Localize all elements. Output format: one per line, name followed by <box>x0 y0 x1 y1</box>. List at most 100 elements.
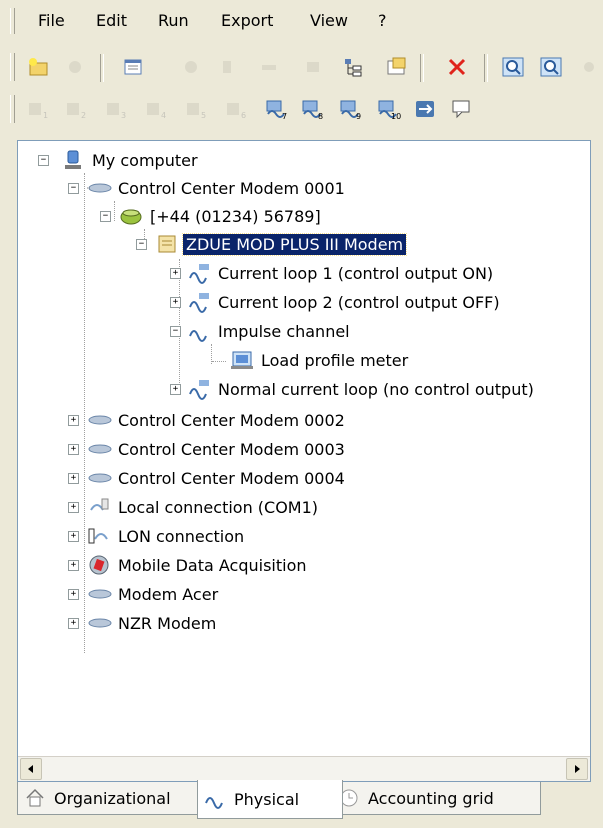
tab-physical[interactable]: Physical <box>197 780 343 819</box>
svg-text:6: 6 <box>241 111 246 120</box>
house-icon <box>24 787 46 809</box>
expand-toggle[interactable]: + <box>68 472 79 484</box>
zoom-out-button[interactable] <box>538 54 564 80</box>
open-button[interactable] <box>62 54 88 80</box>
new-item-button[interactable] <box>120 54 146 80</box>
expand-toggle[interactable]: + <box>68 501 79 513</box>
modem-icon <box>87 612 112 634</box>
tree-node-label: Control Center Modem 0001 <box>118 178 345 198</box>
tree-node-modem-acer[interactable]: + Modem Acer <box>68 581 221 607</box>
scroll-left-button[interactable] <box>20 758 42 780</box>
disabled-button-2[interactable] <box>214 54 240 80</box>
collapse-toggle[interactable]: − <box>68 182 79 194</box>
svg-text:8: 8 <box>318 112 323 120</box>
arrow-right-icon <box>575 765 580 773</box>
tree-node-modem-0001[interactable]: − Control Center Modem 0001 <box>68 175 348 201</box>
tree-add-button[interactable] <box>340 54 366 80</box>
menu-help[interactable]: ? <box>378 11 387 30</box>
collapse-toggle[interactable]: − <box>38 154 49 166</box>
disabled-button-5[interactable] <box>578 54 603 80</box>
star-icon <box>69 61 81 73</box>
disabled-button-4[interactable] <box>300 54 326 80</box>
menu-file[interactable]: File <box>38 11 65 30</box>
expand-toggle[interactable]: + <box>170 296 181 308</box>
channel-1-button[interactable]: 1 <box>26 96 52 122</box>
current-loop-icon <box>187 291 211 313</box>
expand-toggle[interactable]: + <box>68 588 79 600</box>
window-list-icon <box>124 59 142 75</box>
properties-icon <box>387 57 406 75</box>
channel-4-button[interactable]: 4 <box>144 96 170 122</box>
magnifier-icon <box>540 57 562 77</box>
modem-icon <box>87 583 112 605</box>
channel-7-button[interactable]: 7 <box>264 96 290 122</box>
delete-button[interactable] <box>444 54 470 80</box>
expand-toggle[interactable]: + <box>68 559 79 571</box>
collapse-toggle[interactable]: − <box>136 238 147 250</box>
telephone-icon <box>119 205 143 227</box>
tree-node-modem-0003[interactable]: + Control Center Modem 0003 <box>68 436 348 462</box>
tree-node-current-loop-2[interactable]: + Current loop 2 (control output OFF) <box>170 289 503 315</box>
device-icon <box>155 233 179 255</box>
tree-node-lon-connection[interactable]: + LON connection <box>68 523 247 549</box>
channel-10-button[interactable]: 10 <box>376 96 402 122</box>
expand-toggle[interactable]: + <box>68 443 79 455</box>
tree-node-current-loop-1[interactable]: + Current loop 1 (control output ON) <box>170 260 496 286</box>
tree-node-local-connection[interactable]: + Local connection (COM1) <box>68 494 321 520</box>
channel-5-button[interactable]: 5 <box>184 96 210 122</box>
channel-icon: 1 <box>29 103 48 120</box>
expand-toggle[interactable]: + <box>68 530 79 542</box>
tree-node-phone[interactable]: − [+44 (01234) 56789] <box>100 203 324 229</box>
current-loop-icon <box>204 788 226 810</box>
tree-node-load-profile-meter[interactable]: Load profile meter <box>230 347 411 373</box>
menu-edit[interactable]: Edit <box>96 11 127 30</box>
tree-node-label: Current loop 2 (control output OFF) <box>218 292 500 312</box>
svg-text:2: 2 <box>81 111 86 120</box>
tab-accounting-grid[interactable]: Accounting grid <box>331 782 541 815</box>
meter-icon <box>230 349 254 371</box>
expand-toggle[interactable]: + <box>170 383 181 395</box>
expand-toggle[interactable]: + <box>170 267 181 279</box>
menu-grip[interactable] <box>10 8 15 34</box>
properties-button[interactable] <box>384 54 410 80</box>
comment-button[interactable] <box>448 96 474 122</box>
channel-9-button[interactable]: 9 <box>338 96 364 122</box>
speech-bubble-icon <box>452 100 470 119</box>
tree-node-modem-0004[interactable]: + Control Center Modem 0004 <box>68 465 348 491</box>
toolbar-grip[interactable] <box>10 95 15 123</box>
tree-node-root[interactable]: − My computer <box>38 147 201 173</box>
toolbar-grip[interactable] <box>10 53 15 81</box>
tree-node-mobile-data-acquisition[interactable]: + Mobile Data Acquisition <box>68 552 310 578</box>
tree-node-normal-current-loop[interactable]: + Normal current loop (no control output… <box>170 376 537 402</box>
disabled-button-1[interactable] <box>178 54 204 80</box>
channel-8-button[interactable]: 8 <box>300 96 326 122</box>
channel-2-button[interactable]: 2 <box>64 96 90 122</box>
tree-node-label: Impulse channel <box>218 321 350 341</box>
tree-node-nzr-modem[interactable]: + NZR Modem <box>68 610 219 636</box>
arrow-left-icon <box>28 765 33 773</box>
expand-toggle[interactable]: + <box>68 414 79 426</box>
disabled-button-3[interactable] <box>256 54 282 80</box>
collapse-toggle[interactable]: − <box>100 210 111 222</box>
horizontal-scrollbar[interactable] <box>18 756 590 781</box>
tree-node-zdue-modem[interactable]: − ZDUE MOD PLUS III Modem <box>136 231 408 257</box>
scroll-right-button[interactable] <box>566 758 588 780</box>
tab-organizational[interactable]: Organizational <box>17 782 209 815</box>
tree-node-impulse-channel[interactable]: − Impulse channel <box>170 318 353 344</box>
menu-view[interactable]: View <box>310 11 348 30</box>
menu-export[interactable]: Export <box>221 11 273 30</box>
tree-node-modem-0002[interactable]: + Control Center Modem 0002 <box>68 407 348 433</box>
view-tabs: Organizational Physical Accounting grid <box>17 780 589 828</box>
channel-6-button[interactable]: 6 <box>224 96 250 122</box>
zoom-in-button[interactable] <box>500 54 526 80</box>
computer-icon <box>61 149 85 171</box>
menu-run[interactable]: Run <box>158 11 189 30</box>
transfer-button[interactable] <box>412 96 438 122</box>
tab-label: Accounting grid <box>368 788 494 808</box>
separator <box>100 54 104 82</box>
channel-3-button[interactable]: 3 <box>104 96 130 122</box>
new-button[interactable] <box>26 54 52 80</box>
collapse-toggle[interactable]: − <box>170 325 181 337</box>
expand-toggle[interactable]: + <box>68 617 79 629</box>
svg-text:4: 4 <box>161 111 166 120</box>
